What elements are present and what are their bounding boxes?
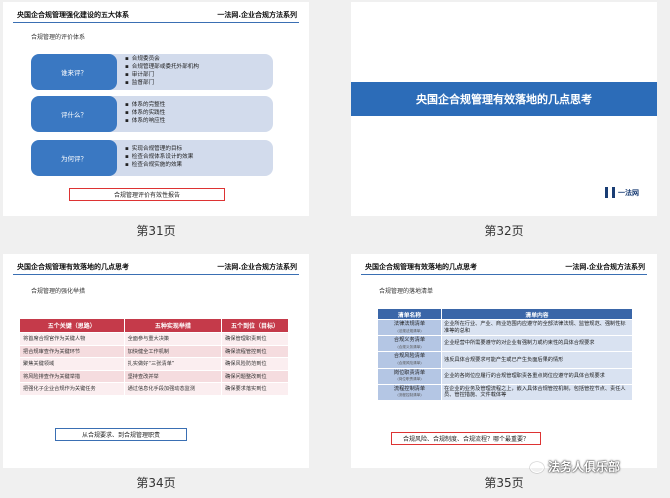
slide-header-right: 一法网.企业合规方法系列 <box>217 263 297 271</box>
bullet-list-who: 合规委员会 合规管理部或委托外部机构 审计部门 监督部门 <box>125 55 199 87</box>
slide-header-right: 一法网.企业合规方法系列 <box>565 263 645 271</box>
footer-box: 从合规要求、到合规管理职责 <box>55 428 187 441</box>
table-row: 聚焦关键领域 扎实做好“三张清单” 确保风险防范到位 <box>19 357 289 371</box>
slide-header-right: 一法网.企业合规方法系列 <box>217 11 297 19</box>
checklist-table: 清单名称 清单内容 法律法规清单 (法规法规清单) 企业所在行业、产业、商业范围内… <box>377 308 633 401</box>
page-label-31: 第31页 <box>136 224 176 238</box>
wechat-icon <box>530 462 544 473</box>
table-header: 清单名称 <box>377 308 442 320</box>
table-header: 五个到位（目标） <box>221 318 289 333</box>
header-divider <box>13 22 299 23</box>
slide-31[interactable]: 央国企合规管理强化建设的五大体系 一法网.企业合规方法系列 合规管理的评价体系 … <box>3 2 309 216</box>
slide-header-left: 央国企合规管理强化建设的五大体系 <box>17 11 129 19</box>
logo-icon <box>605 187 615 198</box>
page-label-34: 第34页 <box>136 476 176 490</box>
footer-box: 合规管理评价有效性报告 <box>69 188 225 201</box>
page-label-32: 第32页 <box>484 224 524 238</box>
table-header: 五个关键（思路） <box>19 318 125 333</box>
slide-header-left: 央国企合规管理有效落地的几点思考 <box>17 263 129 271</box>
section-title: 央国企合规管理有效落地的几点思考 <box>351 82 657 116</box>
header-divider <box>13 274 299 275</box>
watermark: 法务人俱乐部 <box>530 458 620 475</box>
page-label-35: 第35页 <box>484 476 524 490</box>
slide-35[interactable]: 央国企合规管理有效落地的几点思考 一法网.企业合规方法系列 合规管理的落地清单 … <box>351 254 657 468</box>
bullet-list-what: 体系的完整性 体系的实践性 体系的响应性 <box>125 101 166 125</box>
logo-text: 一法网 <box>618 188 639 197</box>
slide-subtitle: 合规管理的强化举措 <box>31 288 86 295</box>
table-row: 将风险排查作为关键举措 坚持查改并举 确保问题整改到位 <box>19 369 289 383</box>
table-row: 法律法规清单 (法规法规清单) 企业所在行业、产业、商业范围内应遵守的全部法律法规… <box>377 318 633 337</box>
table-row: 流程控制清单 (流程控制清单) 在企业的业务及管理流程之上，嵌入具体合规管控机制，… <box>377 383 633 401</box>
logo: 一法网 <box>605 187 639 198</box>
slide-32[interactable]: 央国企合规管理有效落地的几点思考 一法网 <box>351 2 657 216</box>
slide-34[interactable]: 央国企合规管理有效落地的几点思考 一法网.企业合规方法系列 合规管理的强化举措 … <box>3 254 309 468</box>
row-band <box>95 96 273 132</box>
slide-header-left: 央国企合规管理有效落地的几点思考 <box>365 263 477 271</box>
row-label-who: 谁来评？ <box>31 54 117 90</box>
table-row: 把合规审查作为关键环节 加快健全工作机制 确保流程管控到位 <box>19 344 289 358</box>
slide-subtitle: 合规管理的落地清单 <box>379 288 434 295</box>
table-header: 清单内容 <box>441 308 633 320</box>
measures-table: 五个关键（思路） 五种实现举措 五个到位（目标） 将首席合规官作为关键人物 全面参… <box>19 318 289 396</box>
table-row: 将首席合规官作为关键人物 全面参与重大决策 确保管理职责到位 <box>19 332 289 346</box>
watermark-text: 法务人俱乐部 <box>548 460 621 474</box>
row-label-why: 为何评？ <box>31 140 117 176</box>
table-row: 合规风险清单 (合规风险清单) 违反具体合规要求可能产生或已产生负面后果的情形 <box>377 351 633 369</box>
bullet-list-why: 实现合规管理的目标 检查合规体系设计的效果 检查合规实施的效果 <box>125 145 194 169</box>
table-row: 合规义务清单 (合规义务清单) 企业经营中所需要遵守的对企业有强制力或约束性的具体… <box>377 335 633 353</box>
slide-subtitle: 合规管理的评价体系 <box>31 34 86 41</box>
footer-box: 合规风险、合规制度、合规流程？哪个最重要？ <box>391 432 541 445</box>
table-row: 把强化子企业合规作为关键任务 通过信息化手段加强动态监测 确保要求落实到位 <box>19 382 289 396</box>
table-row: 岗位职责清单 (岗位职责清单) 企业的各岗位应履行的合规管理职责各重点岗位应遵守的… <box>377 367 633 385</box>
table-header: 五种实现举措 <box>123 318 223 333</box>
header-divider <box>361 274 647 275</box>
row-label-what: 评什么？ <box>31 96 117 132</box>
